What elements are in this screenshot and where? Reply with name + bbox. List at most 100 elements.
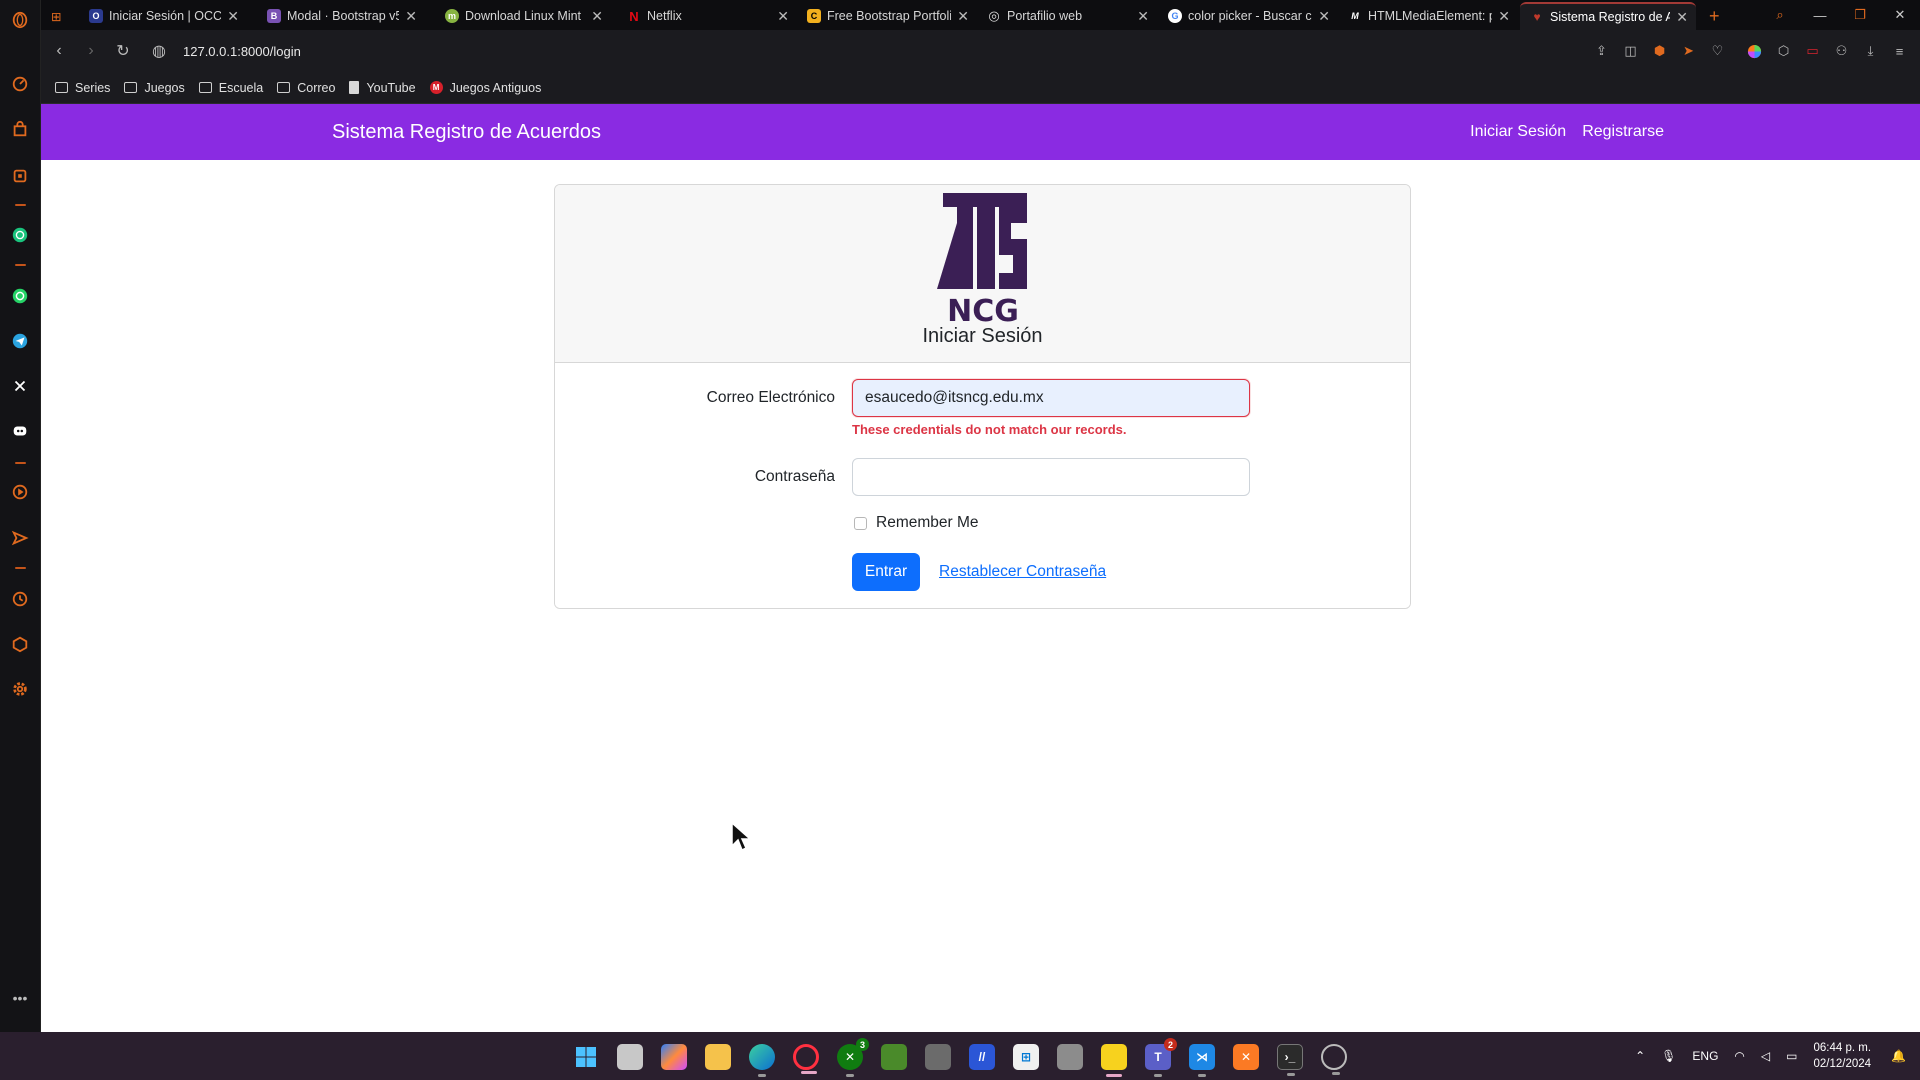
search-tabs-icon[interactable]: ⌕	[1760, 0, 1800, 30]
aria-icon[interactable]	[9, 165, 31, 187]
remember-checkbox[interactable]	[854, 517, 867, 530]
speed-dial-icon[interactable]	[9, 73, 31, 95]
bookmark-youtube[interactable]: YouTube	[349, 81, 416, 95]
url-field[interactable]: 127.0.0.1:8000/login	[183, 44, 301, 59]
opera-icon[interactable]	[793, 1044, 819, 1074]
more-dots-icon[interactable]: •••	[9, 987, 31, 1009]
nav-register-link[interactable]: Registrarse	[1582, 123, 1664, 141]
unity-icon[interactable]	[1057, 1044, 1083, 1070]
extensions-cube-icon[interactable]: ⬡	[1769, 37, 1798, 66]
tab-7[interactable]: M HTMLMediaElement: pa ✕	[1338, 2, 1518, 30]
close-icon[interactable]: ✕	[777, 8, 789, 25]
close-icon[interactable]: ✕	[1137, 8, 1149, 25]
minimize-icon[interactable]: —	[1800, 0, 1840, 30]
login-submit-button[interactable]: Entrar	[852, 553, 920, 591]
share-icon[interactable]: ⇪	[1587, 37, 1616, 66]
bookmark-heart-icon[interactable]: ♡	[1703, 37, 1732, 66]
password-input[interactable]	[852, 458, 1250, 496]
settings-app-icon[interactable]	[1321, 1044, 1347, 1075]
new-tab-plus-icon[interactable]: +	[1699, 2, 1729, 30]
adblock-shield-icon[interactable]: ⬢	[1645, 37, 1674, 66]
site-info-globe-icon[interactable]: ◍	[143, 35, 175, 67]
sticky-notes-icon[interactable]	[1101, 1044, 1127, 1077]
game-icon[interactable]	[925, 1044, 951, 1070]
close-icon[interactable]: ✕	[591, 8, 603, 25]
tab-1[interactable]: B Modal · Bootstrap v5.2 ✕	[257, 2, 425, 30]
xampp-icon[interactable]: ✕	[1233, 1044, 1259, 1070]
bookmark-series[interactable]: Series	[55, 81, 110, 95]
xbox-icon[interactable]: ✕ 3	[837, 1038, 869, 1077]
language-indicator[interactable]: ENG	[1692, 1049, 1718, 1063]
reset-password-link[interactable]: Restablecer Contraseña	[939, 563, 1106, 581]
microsoft-store-icon[interactable]: ⊞	[1013, 1044, 1039, 1070]
page-viewport: Sistema Registro de Acuerdos Iniciar Ses…	[41, 104, 1920, 1032]
microphone-icon[interactable]: 🎙	[1661, 1049, 1676, 1063]
clock-time: 06:44 p. m.	[1813, 1042, 1872, 1054]
profile-icon[interactable]: ⚇	[1827, 37, 1856, 66]
tab-title: Download Linux Mint 2	[465, 9, 586, 23]
workspaces-icon[interactable]: ⊞	[41, 2, 81, 30]
shopping-bag-icon[interactable]	[9, 118, 31, 140]
bookmark-juegos-antiguos[interactable]: M Juegos Antiguos	[429, 81, 541, 95]
site-brand[interactable]: Sistema Registro de Acuerdos	[332, 121, 601, 144]
bookmark-juegos[interactable]: Juegos	[124, 81, 185, 95]
bookmark-correo[interactable]: Correo	[277, 81, 335, 95]
tab-2[interactable]: m Download Linux Mint 2 ✕	[435, 2, 611, 30]
copilot-icon[interactable]	[661, 1044, 687, 1070]
close-icon[interactable]: ✕	[227, 8, 239, 25]
player-icon[interactable]	[9, 481, 31, 503]
flow-send-icon[interactable]	[9, 527, 31, 549]
teams-icon[interactable]: T2	[1145, 1038, 1177, 1077]
easy-setup-menu-icon[interactable]: ≡	[1885, 37, 1914, 66]
forward-icon[interactable]: ›	[75, 35, 107, 67]
downloads-icon[interactable]: ⤓	[1856, 37, 1885, 66]
color-wheel-icon[interactable]	[1740, 37, 1769, 66]
notification-bell-icon[interactable]: 🔔	[1891, 1049, 1906, 1063]
folder-icon	[55, 82, 68, 93]
terminal-icon[interactable]: ›_	[1277, 1044, 1303, 1076]
tab-5[interactable]: ◎ Portafilio web ✕	[977, 2, 1157, 30]
opera-logo-icon[interactable]	[9, 9, 31, 31]
cast-icon[interactable]: ▭	[1798, 37, 1827, 66]
restore-icon[interactable]: ❐	[1840, 0, 1880, 30]
tab-8-active[interactable]: ♥ Sistema Registro de Ac ✕	[1520, 2, 1696, 30]
nav-login-link[interactable]: Iniciar Sesión	[1470, 123, 1566, 141]
tab-4[interactable]: C Free Bootstrap Portfolio ✕	[797, 2, 977, 30]
clock[interactable]: 06:44 p. m. 02/12/2024	[1813, 1040, 1871, 1072]
tab-3[interactable]: N Netflix ✕	[617, 2, 797, 30]
snapshot-camera-icon[interactable]: ◫	[1616, 37, 1645, 66]
chevron-up-icon[interactable]: ⌃	[1635, 1049, 1645, 1063]
back-icon[interactable]: ‹	[43, 35, 75, 67]
extensions-cube-icon[interactable]	[9, 633, 31, 655]
bookmark-escuela[interactable]: Escuela	[198, 81, 263, 95]
history-icon[interactable]	[9, 588, 31, 610]
discord-icon[interactable]	[9, 420, 31, 442]
tab-0[interactable]: O Iniciar Sesión | OCCMu ✕	[79, 2, 247, 30]
edge-icon[interactable]	[749, 1044, 775, 1077]
wifi-icon[interactable]: ◠	[1734, 1049, 1744, 1063]
tab-6[interactable]: G color picker - Buscar co ✕	[1158, 2, 1338, 30]
telegram-icon[interactable]	[9, 330, 31, 352]
close-icon[interactable]: ✕	[1318, 8, 1330, 25]
windows-start-icon[interactable]	[573, 1044, 599, 1070]
file-explorer-icon[interactable]	[705, 1044, 731, 1070]
task-view-icon[interactable]	[617, 1044, 643, 1070]
volume-icon[interactable]: ◁	[1761, 1049, 1770, 1063]
flow-send-icon[interactable]: ➤	[1674, 37, 1703, 66]
vscode-icon[interactable]: ⋊	[1189, 1044, 1215, 1077]
settings-gear-icon[interactable]	[9, 678, 31, 700]
battery-icon[interactable]: ▭	[1786, 1049, 1797, 1063]
close-icon[interactable]: ✕	[405, 8, 417, 25]
x-twitter-icon[interactable]	[9, 375, 31, 397]
whatsapp-icon[interactable]	[9, 285, 31, 307]
close-icon[interactable]: ✕	[1498, 8, 1510, 25]
remember-label[interactable]: Remember Me	[876, 514, 979, 532]
minecraft-icon[interactable]	[881, 1044, 907, 1070]
close-icon[interactable]: ✕	[957, 8, 969, 25]
chatgpt-icon[interactable]	[9, 224, 31, 246]
email-input[interactable]: esaucedo@itsncg.edu.mx	[852, 379, 1250, 417]
close-icon[interactable]: ✕	[1676, 9, 1688, 26]
reload-icon[interactable]: ↻	[107, 35, 139, 67]
close-window-icon[interactable]: ✕	[1880, 0, 1920, 30]
blue-app-icon[interactable]: //	[969, 1044, 995, 1070]
